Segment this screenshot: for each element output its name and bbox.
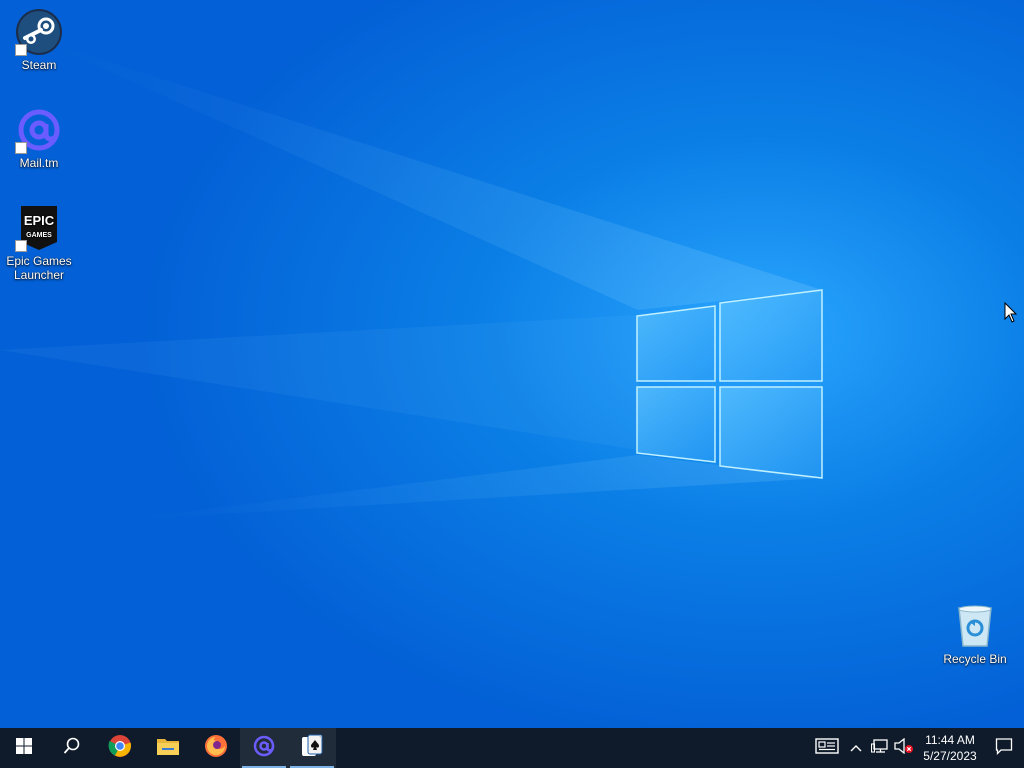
volume-button[interactable]	[892, 728, 916, 768]
steam-icon	[15, 8, 63, 56]
clock-date: 5/27/2023	[923, 749, 977, 763]
desktop-icon-epic-games[interactable]: EPIC GAMES Epic Games Launcher	[1, 204, 77, 282]
chevron-up-icon	[850, 739, 862, 757]
mouse-cursor-icon	[1004, 301, 1018, 329]
taskbar-firefox[interactable]	[192, 728, 240, 768]
logo-pane-tr	[719, 289, 823, 382]
clock-time: 11:44 AM	[925, 733, 975, 747]
taskbar: 11:44 AM 5/27/2023	[0, 728, 1024, 768]
action-center-button[interactable]	[984, 728, 1024, 768]
folder-icon	[156, 735, 180, 762]
search-button[interactable]	[48, 728, 96, 768]
mail-at-icon	[252, 734, 276, 763]
logo-pane-tl	[636, 305, 716, 382]
windows-logo-icon	[16, 737, 32, 759]
volume-muted-icon	[894, 737, 914, 759]
news-widget-button[interactable]	[810, 728, 844, 768]
start-button[interactable]	[0, 728, 48, 768]
desktop-icon-steam[interactable]: Steam	[1, 8, 77, 72]
show-hidden-icons-button[interactable]	[844, 728, 868, 768]
desktop-icon-recycle-bin[interactable]: Recycle Bin	[937, 602, 1013, 666]
desktop-icon-label: Epic Games Launcher	[6, 254, 72, 282]
system-tray: 11:44 AM 5/27/2023	[810, 728, 1024, 768]
taskbar-chrome[interactable]	[96, 728, 144, 768]
logo-pane-bl	[636, 386, 716, 463]
desktop-icon-mail-tm[interactable]: Mail.tm	[1, 106, 77, 170]
svg-text:GAMES: GAMES	[26, 232, 52, 239]
svg-text:EPIC: EPIC	[24, 213, 55, 228]
network-icon	[870, 738, 889, 759]
chrome-icon	[108, 734, 132, 763]
search-icon	[63, 737, 81, 760]
shortcut-arrow-icon	[15, 44, 27, 56]
firefox-icon	[204, 734, 228, 763]
desktop: Steam Mail.tm EPIC GAMES Epic Games Laun…	[0, 0, 1024, 728]
solitaire-icon	[300, 734, 324, 763]
epic-games-icon: EPIC GAMES	[15, 204, 63, 252]
taskbar-file-explorer[interactable]	[144, 728, 192, 768]
taskbar-clock[interactable]: 11:44 AM 5/27/2023	[920, 728, 980, 768]
notification-icon	[995, 737, 1013, 760]
logo-pane-br	[719, 386, 823, 479]
desktop-icon-label: Recycle Bin	[943, 652, 1007, 666]
mail-at-icon	[15, 106, 63, 154]
taskbar-solitaire[interactable]	[288, 728, 336, 768]
desktop-icon-label: Steam	[21, 58, 57, 72]
news-widget-icon	[815, 737, 839, 759]
windows-wallpaper	[0, 40, 823, 520]
recycle-bin-icon	[951, 602, 999, 650]
desktop-icon-label: Mail.tm	[19, 156, 59, 170]
shortcut-arrow-icon	[15, 142, 27, 154]
taskbar-mail-tm[interactable]	[240, 728, 288, 768]
network-button[interactable]	[868, 728, 892, 768]
shortcut-arrow-icon	[15, 240, 27, 252]
